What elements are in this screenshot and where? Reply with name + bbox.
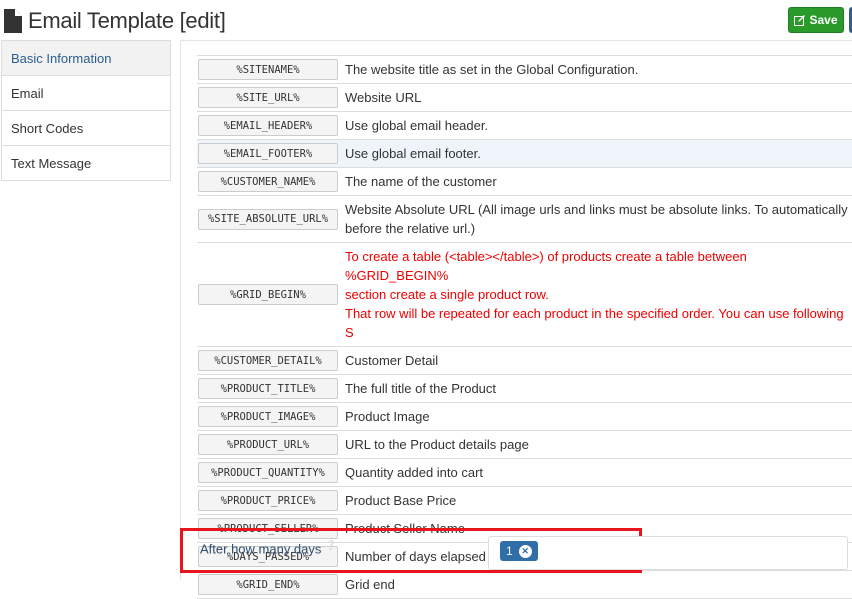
description-line: Quantity added into cart (345, 465, 484, 480)
description-line: Use global email footer. (345, 146, 481, 161)
table-row: %EMAIL_FOOTER% Use global email footer. (197, 140, 852, 168)
description-line: That row will be repeated for each produ… (345, 306, 844, 340)
tab-email[interactable]: Email (2, 76, 170, 111)
shortcode-description: The website title as set in the Global C… (339, 56, 852, 83)
shortcodes-table: %SITENAME% The website title as set in th… (197, 55, 852, 599)
table-row: %EMAIL_HEADER% Use global email header. (197, 112, 852, 140)
shortcode-button[interactable]: %EMAIL_FOOTER% (198, 143, 338, 164)
shortcode-description: Customer Detail (339, 347, 852, 374)
table-row: %SITE_URL% Website URL (197, 84, 852, 112)
shortcode-description: Grid end (339, 571, 852, 598)
save-label: Save (809, 13, 838, 27)
shortcode-description: To create a table (<table></table>) of p… (339, 243, 852, 346)
page-header: Email Template [edit] (4, 6, 226, 36)
shortcode-description: Quantity added into cart (339, 459, 852, 486)
description-line: The website title as set in the Global C… (345, 62, 639, 77)
shortcode-description: The name of the customer (339, 168, 852, 195)
table-row: %PRODUCT_IMAGE% Product Image (197, 403, 852, 431)
table-row: %GRID_BEGIN% To create a table (<table></… (197, 243, 852, 347)
description-line: The full title of the Product (345, 381, 497, 396)
description-line: Customer Detail (345, 353, 439, 368)
description-line: Product Base Price (345, 493, 457, 508)
shortcode-description: Product Base Price (339, 487, 852, 514)
table-row: %PRODUCT_PRICE% Product Base Price (197, 487, 852, 515)
table-row: %CUSTOMER_NAME% The name of the customer (197, 168, 852, 196)
shortcode-description: URL to the Product details page (339, 431, 852, 458)
description-line: section create a single product row. (345, 287, 549, 302)
tab-text-message[interactable]: Text Message (2, 146, 170, 181)
after-days-label-text: After how many days (200, 541, 322, 557)
after-days-input[interactable]: 1 ✕ (488, 536, 848, 570)
table-row: %SITENAME% The website title as set in th… (197, 56, 852, 84)
tab-short-codes[interactable]: Short Codes (2, 111, 170, 146)
description-line: Product Image (345, 409, 430, 424)
shortcode-button[interactable]: %PRODUCT_URL% (198, 434, 338, 455)
shortcode-description: Website Absolute URL (All image urls and… (339, 196, 852, 242)
table-row: %PRODUCT_TITLE% The full title of the Pro… (197, 375, 852, 403)
tag-value: 1 (506, 544, 513, 558)
shortcode-button[interactable]: %PRODUCT_QUANTITY% (198, 462, 338, 483)
main-panel: %SITENAME% The website title as set in th… (180, 40, 852, 599)
shortcode-description: The full title of the Product (339, 375, 852, 402)
description-line: Grid end (345, 577, 395, 592)
shortcode-button[interactable]: %GRID_BEGIN% (198, 284, 338, 305)
shortcode-button[interactable]: %CUSTOMER_DETAIL% (198, 350, 338, 371)
description-line: before the relative url.) (345, 221, 476, 236)
sidebar-tabs: Basic Information Email Short Codes Text… (1, 40, 171, 181)
tab-basic-information[interactable]: Basic Information (2, 41, 170, 76)
shortcode-button[interactable]: %SITE_URL% (198, 87, 338, 108)
edit-icon (794, 14, 806, 26)
table-row: %PRODUCT_QUANTITY% Quantity added into ca… (197, 459, 852, 487)
shortcode-description: Website URL (339, 84, 852, 111)
shortcode-button[interactable]: %EMAIL_HEADER% (198, 115, 338, 136)
description-line: The name of the customer (345, 174, 497, 189)
shortcode-button[interactable]: %PRODUCT_PRICE% (198, 490, 338, 511)
tag-chip: 1 ✕ (500, 541, 538, 561)
table-row: %PRODUCT_URL% URL to the Product details … (197, 431, 852, 459)
after-days-label: After how many days ❔ (200, 540, 336, 556)
file-icon (4, 9, 22, 33)
shortcode-description: Use global email header. (339, 112, 852, 139)
shortcode-button[interactable]: %PRODUCT_IMAGE% (198, 406, 338, 427)
save-button[interactable]: Save (788, 7, 844, 33)
remove-tag-icon[interactable]: ✕ (518, 544, 532, 558)
description-line: Use global email header. (345, 118, 489, 133)
shortcode-button[interactable]: %SITE_ABSOLUTE_URL% (198, 208, 338, 230)
shortcode-button[interactable]: %CUSTOMER_NAME% (198, 171, 338, 192)
table-row: %SITE_ABSOLUTE_URL% Website Absolute URL … (197, 196, 852, 243)
description-line: To create a table (<table></table>) of p… (345, 249, 747, 283)
description-line: Website Absolute URL (All image urls and… (345, 202, 848, 217)
after-days-field-group: After how many days ❔ 1 ✕ (180, 528, 848, 573)
page-title: Email Template [edit] (28, 8, 226, 33)
question-circle-icon[interactable]: ❔ (325, 540, 336, 550)
shortcode-description: Product Image (339, 403, 852, 430)
table-row: %GRID_END% Grid end (197, 571, 852, 599)
shortcode-description: Use global email footer. (339, 140, 852, 167)
shortcode-button[interactable]: %GRID_END% (198, 574, 338, 595)
description-line: URL to the Product details page (345, 437, 529, 452)
table-row: %CUSTOMER_DETAIL% Customer Detail (197, 347, 852, 375)
shortcode-button[interactable]: %SITENAME% (198, 59, 338, 80)
description-line: Website URL (345, 90, 422, 105)
shortcode-button[interactable]: %PRODUCT_TITLE% (198, 378, 338, 399)
